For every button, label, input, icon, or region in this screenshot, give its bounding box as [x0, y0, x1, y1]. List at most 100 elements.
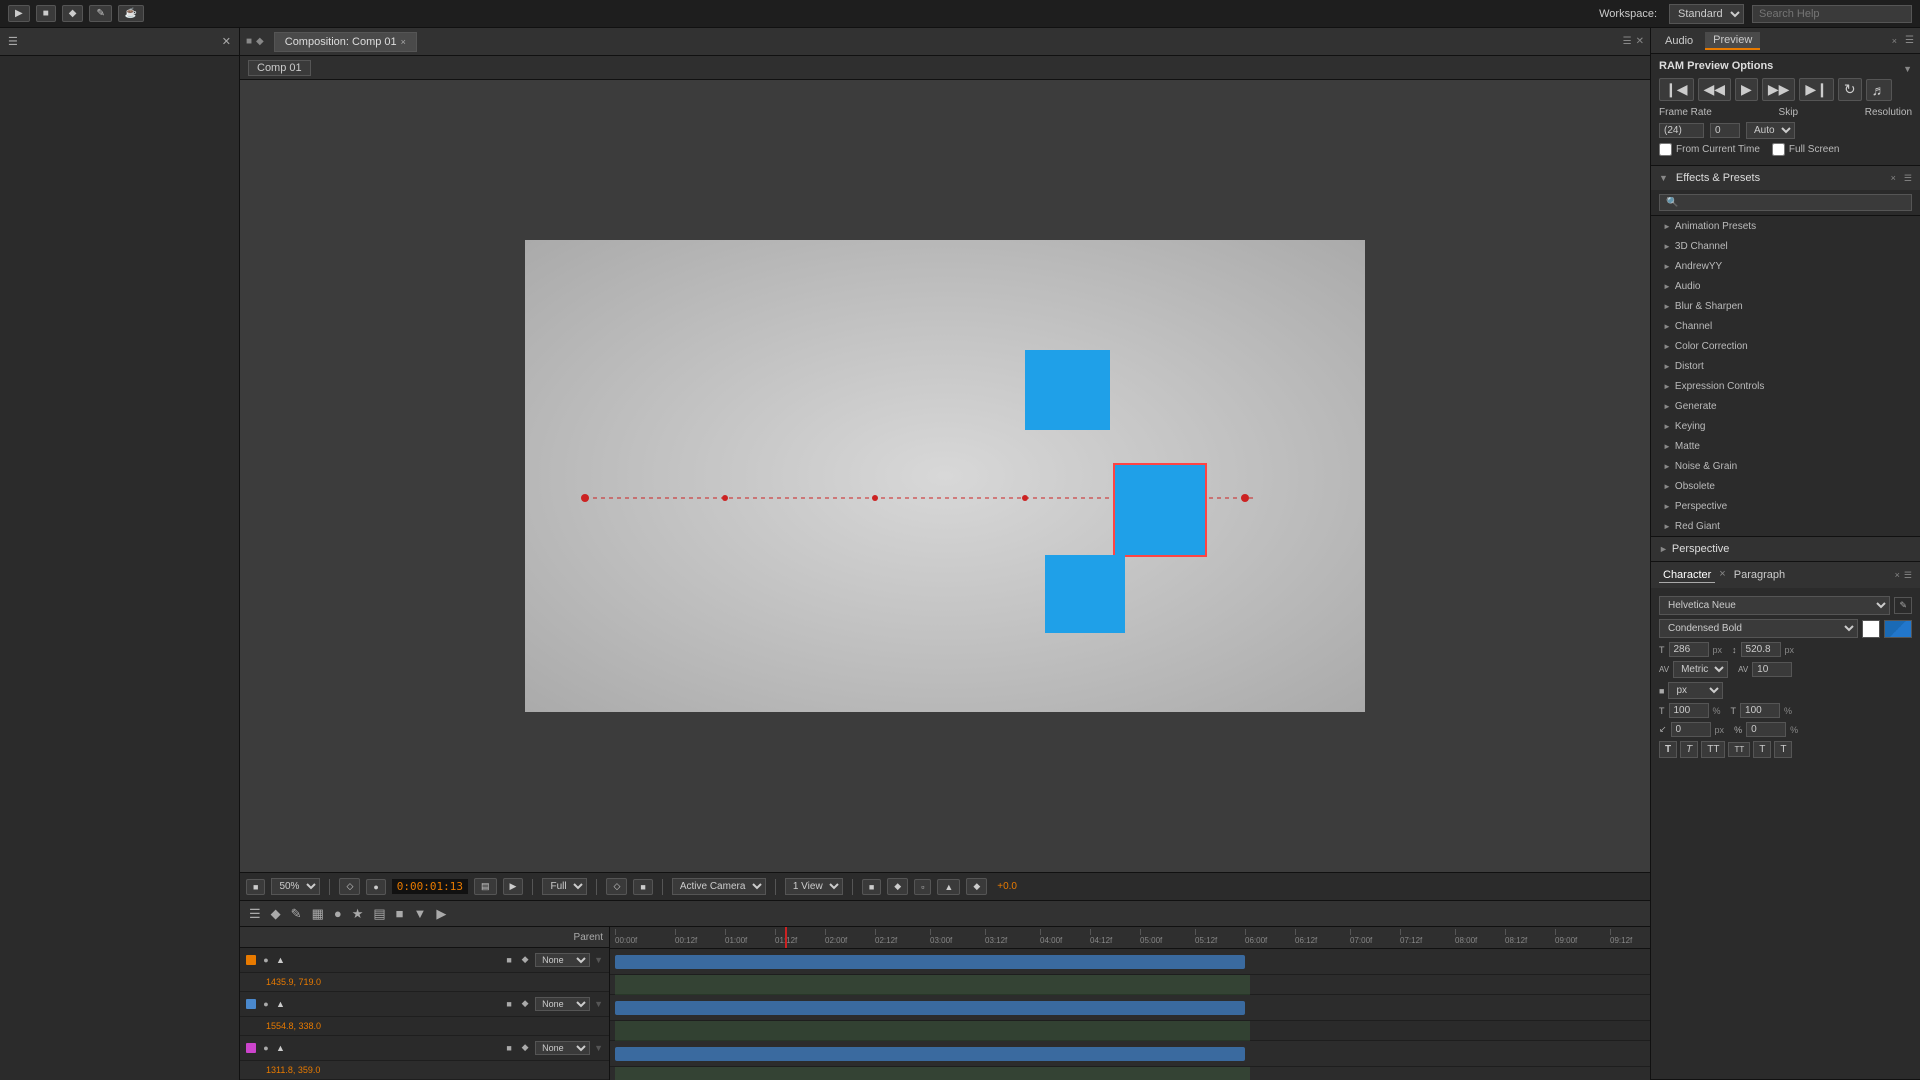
effect-perspective[interactable]: ► Perspective [1651, 496, 1920, 516]
vbb-overlay-btn[interactable]: ▲ [937, 879, 960, 895]
tl-btn-10[interactable]: ▶ [433, 905, 449, 923]
zoom-select[interactable]: 50% [271, 878, 320, 895]
comp-panel-menu[interactable]: ☰ [1623, 36, 1632, 47]
prev-play-btn[interactable]: ▶ [1735, 78, 1758, 101]
layer-lock-2[interactable]: ■ [503, 998, 515, 1010]
vbb-info-btn[interactable]: ● [366, 879, 385, 895]
skip-field[interactable] [1710, 123, 1740, 138]
toolbar-btn-5[interactable]: ☕ [118, 5, 144, 22]
parent-dropdown-1[interactable]: ▼ [594, 955, 603, 965]
comp-tab-close[interactable]: × [401, 37, 406, 47]
style-small-caps-btn[interactable]: TT [1728, 742, 1750, 757]
track-bar-3[interactable] [615, 1047, 1245, 1061]
audio-tab[interactable]: Audio [1657, 33, 1701, 49]
layer-vis-2[interactable]: ● [260, 998, 272, 1010]
effect-red-giant[interactable]: ► Red Giant [1651, 516, 1920, 536]
prev-back-btn[interactable]: ◀◀ [1698, 78, 1732, 101]
prev-loop-btn[interactable]: ↻ [1838, 78, 1862, 101]
toolbar-btn-2[interactable]: ■ [36, 5, 56, 22]
resolution-select[interactable]: Full [542, 878, 587, 895]
tl-btn-8[interactable]: ■ [393, 905, 407, 922]
right-panel-close[interactable]: × [1892, 36, 1897, 46]
vbb-trans-btn[interactable]: ■ [633, 879, 652, 895]
font-size-field[interactable] [1669, 642, 1709, 657]
parent-dropdown-3[interactable]: ▼ [594, 1043, 603, 1053]
effect-blur-sharpen[interactable]: ► Blur & Sharpen [1651, 296, 1920, 316]
font-color-preview[interactable] [1884, 620, 1912, 638]
tl-btn-4[interactable]: ▦ [309, 905, 327, 923]
preview-tab[interactable]: Preview [1705, 32, 1760, 50]
workspace-select[interactable]: Standard [1669, 4, 1744, 24]
comp-name-button[interactable]: Comp 01 [248, 60, 311, 76]
effect-animation-presets[interactable]: ► Animation Presets [1651, 216, 1920, 236]
effect-color-correction[interactable]: ► Color Correction [1651, 336, 1920, 356]
ram-options-arrow[interactable]: ▼ [1903, 64, 1912, 74]
effect-keying[interactable]: ► Keying [1651, 416, 1920, 436]
effect-generate[interactable]: ► Generate [1651, 396, 1920, 416]
effect-matte[interactable]: ► Matte [1651, 436, 1920, 456]
prev-fwd-btn[interactable]: ▶▶ [1762, 78, 1796, 101]
vbb-mask-btn[interactable]: ■ [862, 879, 881, 895]
effect-channel[interactable]: ► Channel [1651, 316, 1920, 336]
baseline-pct-field[interactable] [1746, 722, 1786, 737]
tl-btn-6[interactable]: ★ [349, 905, 367, 923]
tl-btn-9[interactable]: ▼ [411, 905, 430, 922]
vbb-grid2-btn[interactable]: ▫ [914, 879, 931, 895]
layer-vis-3[interactable]: ● [260, 1042, 272, 1054]
timeline-tracks[interactable]: 00:00f 00:12f 01:00f 01:12f 02:00f 02:12… [610, 927, 1650, 1080]
blue-square-2[interactable] [1115, 465, 1205, 555]
layer-fx-3[interactable]: ◆ [519, 1042, 531, 1054]
prev-last-btn[interactable]: ▶❙ [1799, 78, 1834, 101]
effect-noise-grain[interactable]: ► Noise & Grain [1651, 456, 1920, 476]
effect-distort[interactable]: ► Distort [1651, 356, 1920, 376]
blue-square-1[interactable] [1025, 350, 1110, 430]
vbb-motion-btn[interactable]: ◆ [966, 878, 987, 895]
toolbar-btn-4[interactable]: ✎ [89, 5, 111, 22]
baseline-field[interactable] [1671, 722, 1711, 737]
vbb-snap-btn[interactable]: ◇ [339, 878, 360, 895]
font-color-box-white[interactable] [1862, 620, 1880, 638]
font-pencil-btn[interactable]: ✎ [1894, 597, 1912, 614]
vscale-field[interactable] [1740, 703, 1780, 718]
prev-audio-btn[interactable]: ♬ [1866, 79, 1892, 101]
vbb-audio-btn[interactable]: ▶ [503, 878, 524, 895]
comp-tab-active[interactable]: Composition: Comp 01 × [274, 32, 417, 52]
style-super-btn[interactable]: T [1753, 741, 1771, 758]
parent-select-2[interactable]: None [535, 997, 590, 1011]
tl-btn-5[interactable]: ● [331, 905, 345, 922]
right-panel-menu[interactable]: ☰ [1905, 35, 1914, 46]
character-header[interactable]: Character × Paragraph × ☰ [1651, 562, 1920, 588]
effects-header[interactable]: ▼ Effects & Presets × ☰ [1651, 166, 1920, 190]
from-current-checkbox[interactable] [1659, 143, 1672, 156]
toolbar-btn-1[interactable]: ▶ [8, 5, 30, 22]
blue-square-3[interactable] [1045, 555, 1125, 633]
vbb-3d-btn[interactable]: ◆ [887, 878, 908, 895]
camera-select[interactable]: Active Camera [672, 878, 766, 895]
char-menu[interactable]: ☰ [1904, 570, 1912, 581]
effect-audio[interactable]: ► Audio [1651, 276, 1920, 296]
layer-vis-1[interactable]: ● [260, 954, 272, 966]
layer-fx-2[interactable]: ◆ [519, 998, 531, 1010]
track-bar-1[interactable] [615, 955, 1245, 969]
tl-btn-2[interactable]: ◆ [268, 905, 284, 923]
parent-select-3[interactable]: None [535, 1041, 590, 1055]
resolution-select-preview[interactable]: Auto [1746, 122, 1795, 139]
effect-obsolete[interactable]: ► Obsolete [1651, 476, 1920, 496]
effect-expression-controls[interactable]: ► Expression Controls [1651, 376, 1920, 396]
vbb-camera-btn[interactable]: ▤ [474, 878, 497, 895]
track-bar-2[interactable] [615, 1001, 1245, 1015]
frame-rate-field[interactable] [1659, 123, 1704, 138]
layer-lock-1[interactable]: ■ [503, 954, 515, 966]
playhead[interactable] [785, 927, 787, 948]
layer-fx-1[interactable]: ◆ [519, 954, 531, 966]
paragraph-tab[interactable]: Paragraph [1730, 568, 1789, 583]
char-close[interactable]: × [1895, 570, 1900, 580]
vbb-grid-btn[interactable]: ■ [246, 879, 265, 895]
style-italic-btn[interactable]: T [1680, 741, 1698, 758]
timecode-display[interactable]: 0:00:01:13 [392, 879, 468, 894]
viewer[interactable] [240, 80, 1650, 872]
effects-close[interactable]: × [1891, 173, 1896, 183]
toolbar-btn-3[interactable]: ◆ [62, 5, 84, 22]
prev-first-btn[interactable]: ❙◀ [1659, 78, 1694, 101]
effect-andrewyy[interactable]: ► AndrewYY [1651, 256, 1920, 276]
